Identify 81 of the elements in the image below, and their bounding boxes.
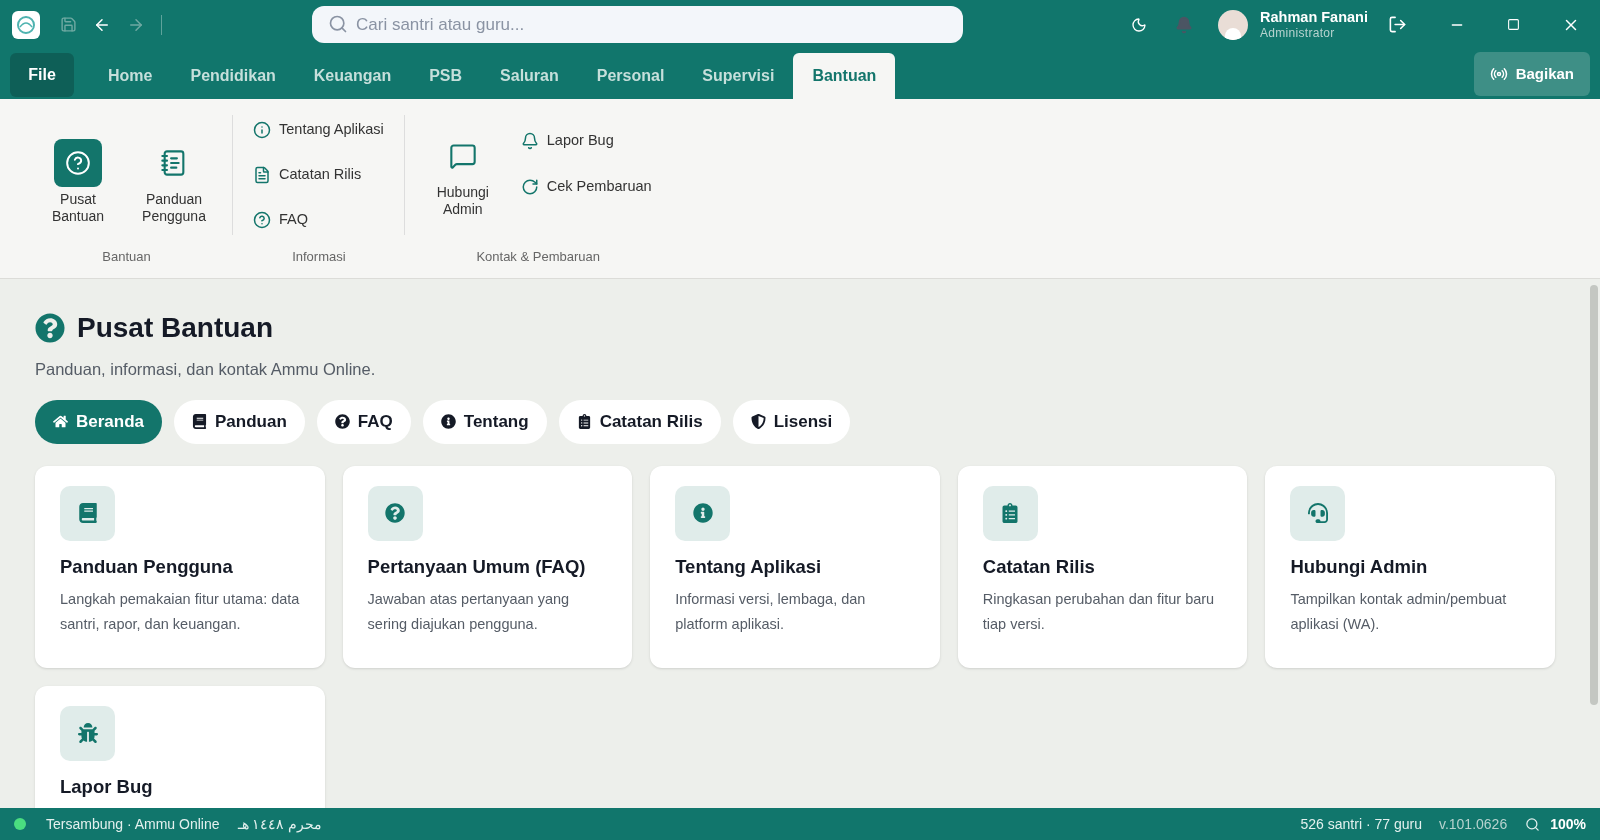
document-icon — [253, 166, 271, 184]
filter-chip[interactable]: Catatan Rilis — [558, 399, 721, 444]
question-icon — [253, 211, 271, 229]
group-label: Bantuan — [102, 248, 151, 266]
user-counts: 526 santri · 77 guru — [1300, 814, 1422, 834]
help-card[interactable]: Panduan Pengguna Langkah pemakaian fitur utama: data santri, rapor, dan keuangan. — [35, 465, 325, 668]
filter-chip[interactable]: Panduan — [174, 399, 305, 444]
ribbon-tab[interactable]: Saluran — [481, 53, 578, 99]
book-icon — [77, 503, 98, 524]
app-version: v.101.0626 — [1438, 814, 1508, 834]
question-icon — [334, 414, 350, 430]
help-icon — [35, 313, 65, 343]
ribbon-button[interactable]: Pusat Bantuan — [36, 139, 120, 225]
card-description: Langkah pemakaian fitur utama: data santri, rapor, dan keuangan. — [60, 589, 300, 634]
filter-chip[interactable]: Tentang — [422, 399, 547, 444]
ribbon-button[interactable]: Cek Pembaruan — [516, 173, 656, 201]
zoom-level: 100% — [1550, 814, 1586, 834]
help-card[interactable]: Hubungi Admin Tampilkan kontak admin/pembuat aplikasi (WA). — [1265, 465, 1555, 668]
headset-icon — [1307, 503, 1328, 524]
help-card[interactable]: Pertanyaan Umum (FAQ) Jawaban atas pertanyaan yang sering diajukan pengguna. — [342, 465, 633, 668]
card-description: Jawaban atas pertanyaan yang sering diajukan pengguna. — [367, 589, 571, 634]
ribbon-tab[interactable]: Home — [89, 53, 172, 99]
shield-icon — [750, 414, 766, 430]
help-card[interactable]: Catatan Rilis Ringkasan perubahan dan fitur baru tiap versi. — [957, 465, 1248, 668]
maximize-icon[interactable] — [1507, 18, 1520, 31]
zoom-icon[interactable] — [1525, 816, 1541, 832]
page-title: Pusat Bantuan — [77, 311, 274, 345]
help-card[interactable]: Lapor Bug — [35, 685, 325, 808]
question-icon — [385, 503, 406, 524]
home-icon — [53, 414, 68, 430]
share-button[interactable]: Bagikan — [1473, 52, 1590, 96]
card-description: Informasi versi, lembaga, dan platform aplikasi. — [675, 589, 867, 634]
info-icon — [440, 414, 456, 430]
ribbon-tab[interactable]: Bantuan — [793, 53, 896, 99]
ribbon-tab[interactable]: Personal — [577, 53, 684, 99]
ribbon-tab[interactable]: Keuangan — [294, 53, 411, 99]
card-title: Panduan Pengguna — [60, 554, 234, 579]
ribbon-button[interactable]: Hubungi Admin — [420, 132, 505, 218]
group-label: Informasi — [292, 248, 346, 266]
card-title: Lapor Bug — [60, 774, 154, 799]
ribbon-button[interactable]: Lapor Bug — [516, 127, 656, 155]
ribbon-tab[interactable]: Supervisi — [683, 53, 794, 99]
info-icon — [253, 121, 271, 139]
search-icon — [328, 14, 348, 34]
scrollbar[interactable] — [1590, 285, 1598, 705]
group-label: Kontak & Pembaruan — [476, 248, 600, 266]
ribbon-tab[interactable]: Pendidikan — [171, 53, 295, 99]
search-field[interactable]: Cari santri atau guru... — [312, 6, 963, 43]
connection-status: Tersambung · Ammu Online — [46, 814, 220, 834]
filter-chip[interactable]: Lisensi — [732, 399, 851, 444]
card-title: Hubungi Admin — [1290, 554, 1429, 579]
card-description: Ringkasan perubahan dan fitur baru tiap versi. — [982, 589, 1216, 634]
card-title: Catatan Rilis — [982, 554, 1096, 579]
ribbon-button[interactable]: FAQ — [249, 206, 388, 234]
clipboard-icon — [576, 414, 592, 430]
file-button[interactable]: File — [10, 53, 74, 97]
ribbon-button[interactable]: Panduan Pengguna — [132, 139, 216, 225]
book-icon — [192, 414, 208, 430]
app-logo — [12, 10, 40, 39]
hijri-date: محرم ١٤٤٨ هـ — [237, 814, 323, 835]
ribbon-tab[interactable]: PSB — [410, 53, 482, 99]
card-description: Tampilkan kontak admin/pembuat aplikasi (WA). — [1290, 589, 1508, 634]
card-title: Pertanyaan Umum (FAQ) — [367, 554, 587, 579]
refresh-icon — [520, 178, 539, 196]
filter-chip[interactable]: Beranda — [35, 399, 163, 444]
broadcast-icon — [1489, 65, 1508, 83]
bug-icon — [77, 723, 98, 744]
page-subtitle: Panduan, informasi, dan kontak Ammu Online. — [35, 359, 377, 380]
ribbon-button[interactable]: Tentang Aplikasi — [249, 116, 388, 144]
info-icon — [692, 503, 713, 524]
logout-icon[interactable] — [1388, 15, 1407, 34]
card-title: Tentang Aplikasi — [675, 554, 823, 579]
moon-icon[interactable] — [1131, 16, 1148, 33]
help-card[interactable]: Tentang Aplikasi Informasi versi, lembaga, dan platform aplikasi. — [650, 465, 940, 668]
filter-chip[interactable]: FAQ — [316, 399, 411, 444]
user-role: Administrator — [1260, 24, 1336, 41]
bell-icon — [520, 132, 539, 150]
avatar[interactable] — [1218, 9, 1249, 40]
user-name: Rahman Fanani — [1260, 8, 1368, 25]
clipboard-icon — [1000, 503, 1021, 524]
ribbon-button[interactable]: Catatan Rilis — [249, 161, 388, 189]
